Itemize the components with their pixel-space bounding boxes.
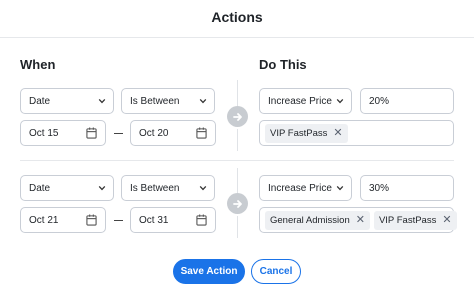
rule-1-operator-value: Is Between <box>130 95 180 107</box>
rule-2-divider-lower <box>237 216 238 238</box>
chevron-down-icon <box>336 98 344 104</box>
rule-2-end-date-value: Oct 31 <box>139 214 169 226</box>
when-heading: When <box>20 57 56 72</box>
rule-2-operator-value: Is Between <box>130 182 180 194</box>
target-chip-label: VIP FastPass <box>378 214 437 226</box>
rule-1-end-date-value: Oct 20 <box>139 127 169 139</box>
rule-1-action-value: Increase Price <box>268 95 332 107</box>
chevron-down-icon <box>98 98 106 104</box>
rule-1-action-select[interactable]: Increase Price <box>259 88 352 114</box>
close-icon[interactable]: ✕ <box>442 214 451 226</box>
rule-2-value-input[interactable]: 30% <box>360 175 454 201</box>
date-range-dash <box>114 133 123 134</box>
rule-1-targets-field[interactable]: VIP FastPass ✕ <box>259 120 454 146</box>
rule-1-divider-upper <box>237 80 238 106</box>
rule-1-value-input[interactable]: 20% <box>360 88 454 114</box>
rule-2-field-value: Date <box>29 182 51 194</box>
rule-2-start-date-value: Oct 21 <box>29 214 59 226</box>
rule-2-field-select[interactable]: Date <box>20 175 114 201</box>
calendar-icon[interactable] <box>86 214 97 226</box>
rule-2-arrow <box>227 193 248 214</box>
rule-2-divider-upper <box>237 168 238 193</box>
save-action-button[interactable]: Save Action <box>173 259 245 284</box>
chevron-down-icon <box>336 185 344 191</box>
header-divider <box>0 37 474 38</box>
rule-2-action-select[interactable]: Increase Price <box>259 175 352 201</box>
rule-2-operator-select[interactable]: Is Between <box>121 175 215 201</box>
rule-1-value-text: 20% <box>369 95 390 107</box>
date-range-dash <box>114 220 123 221</box>
rule-separator <box>20 160 454 161</box>
rule-2-end-date-input[interactable]: Oct 31 <box>130 207 216 233</box>
chevron-down-icon <box>98 185 106 191</box>
rule-1-operator-select[interactable]: Is Between <box>121 88 215 114</box>
arrow-right-icon <box>232 199 242 208</box>
target-chip-label: VIP FastPass <box>270 127 328 139</box>
arrow-right-icon <box>232 112 242 121</box>
chevron-down-icon <box>199 98 207 104</box>
rule-1-start-date-input[interactable]: Oct 15 <box>20 120 106 146</box>
rule-1-arrow <box>227 106 248 127</box>
calendar-icon[interactable] <box>196 127 207 139</box>
rule-1-start-date-value: Oct 15 <box>29 127 59 139</box>
target-chip: VIP FastPass ✕ <box>373 210 457 230</box>
target-chip-label: General Admission <box>270 214 350 226</box>
target-chip: General Admission ✕ <box>265 210 370 230</box>
rule-1-end-date-input[interactable]: Oct 20 <box>130 120 216 146</box>
page-title: Actions <box>211 9 263 25</box>
rule-2-action-value: Increase Price <box>268 182 332 194</box>
do-this-heading: Do This <box>259 57 307 72</box>
cancel-button[interactable]: Cancel <box>251 259 301 284</box>
rule-1-field-select[interactable]: Date <box>20 88 114 114</box>
close-icon[interactable]: ✕ <box>356 214 365 226</box>
rule-2-start-date-input[interactable]: Oct 21 <box>20 207 106 233</box>
calendar-icon[interactable] <box>86 127 97 139</box>
rule-1-divider-lower <box>237 129 238 151</box>
rule-1-field-value: Date <box>29 95 51 107</box>
calendar-icon[interactable] <box>196 214 207 226</box>
chevron-down-icon <box>199 185 207 191</box>
rule-2-targets-field[interactable]: General Admission ✕ VIP FastPass ✕ <box>259 207 457 233</box>
rule-2-value-text: 30% <box>369 182 390 194</box>
target-chip: VIP FastPass ✕ <box>265 123 348 143</box>
close-icon[interactable]: ✕ <box>333 127 342 139</box>
